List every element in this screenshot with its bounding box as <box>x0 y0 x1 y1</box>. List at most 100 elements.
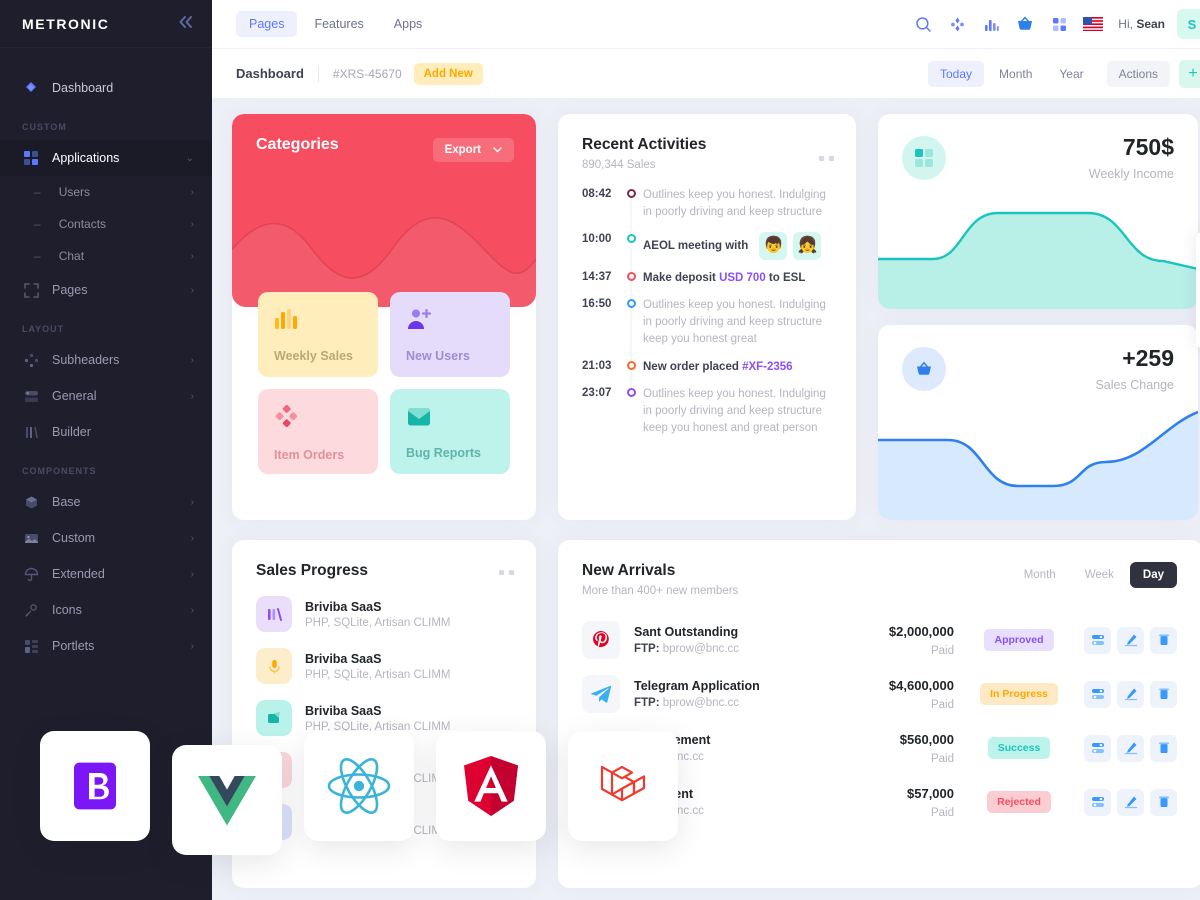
edit-icon[interactable] <box>1117 788 1144 816</box>
tile-label: Item Orders <box>274 448 345 462</box>
chevron-right-icon: › <box>190 186 194 198</box>
activity-text: Outlines keep you honest. Indulging in p… <box>643 387 826 435</box>
activity-item: 16:50 Outlines keep you honest. Indulgin… <box>582 297 834 361</box>
sparkle-icon <box>22 601 40 619</box>
chat-icon[interactable] <box>1196 318 1200 343</box>
angular-logo[interactable] <box>436 731 546 841</box>
activity-item: 14:37 Make deposit USD 700 to ESL <box>582 270 834 299</box>
dots-icon[interactable] <box>819 156 834 161</box>
timeline-marker <box>619 270 643 299</box>
delete-icon[interactable] <box>1150 788 1177 816</box>
bar-chart-icon[interactable] <box>976 9 1006 39</box>
tile-bug-reports[interactable]: Bug Reports <box>390 389 510 474</box>
avatar[interactable]: S <box>1177 9 1200 39</box>
settings-sliders-icon[interactable] <box>1084 788 1111 816</box>
framework-logo-strip <box>40 731 678 855</box>
dots-icon[interactable] <box>499 570 514 575</box>
tab-features[interactable]: Features <box>301 11 376 37</box>
bootstrap-logo[interactable] <box>40 731 150 841</box>
sidebar-item-users[interactable]: – Users › <box>0 176 212 208</box>
react-logo[interactable] <box>304 731 414 841</box>
edit-icon[interactable] <box>1117 734 1144 762</box>
item-name: Briviba SaaS <box>305 651 382 666</box>
edit-icon[interactable] <box>1117 680 1144 708</box>
delete-icon[interactable] <box>1150 626 1177 654</box>
dash-icon: – <box>34 249 41 263</box>
stat-label: Sales Change <box>1095 378 1174 392</box>
filter-month[interactable]: Month <box>987 61 1044 87</box>
add-new-button[interactable]: Add New <box>413 62 483 85</box>
shuffle-icon[interactable] <box>942 9 972 39</box>
actions-button[interactable]: Actions <box>1106 60 1170 87</box>
activity-time: 08:42 <box>582 188 612 200</box>
sidebar-item-custom[interactable]: Custom › <box>0 520 212 556</box>
sidebar-item-builder[interactable]: Builder <box>0 414 212 450</box>
chevrons-left-icon[interactable] <box>178 15 194 33</box>
tile-item-orders[interactable]: Item Orders <box>258 389 378 474</box>
tab-pages[interactable]: Pages <box>236 11 298 37</box>
chevron-right-icon: › <box>190 496 194 508</box>
tile-label: Bug Reports <box>406 446 481 460</box>
greeting-text: Hi, Sean <box>1112 17 1173 31</box>
basket-icon[interactable] <box>1010 9 1040 39</box>
frame-icon <box>22 281 40 299</box>
toggle-month[interactable]: Month <box>1011 562 1069 588</box>
timeline-marker <box>619 187 643 234</box>
page-code: #XRS-45670 <box>332 66 402 81</box>
tile-weekly-sales[interactable]: Weekly Sales <box>258 292 378 377</box>
vue-logo[interactable] <box>172 745 282 855</box>
sidebar-item-label: Pages <box>52 283 88 297</box>
tile-new-users[interactable]: New Users <box>390 292 510 377</box>
stat-header: 750$ Weekly Income <box>878 114 1198 181</box>
laravel-logo[interactable] <box>568 731 678 841</box>
toggle-day[interactable]: Day <box>1129 562 1177 588</box>
settings-sliders-icon[interactable] <box>1084 734 1111 762</box>
sidebar-item-dashboard[interactable]: Dashboard <box>0 70 212 106</box>
avatar: 👧 <box>793 231 822 260</box>
greeting-prefix: Hi, <box>1118 17 1133 31</box>
sidebar-item-extended[interactable]: Extended › <box>0 556 212 592</box>
delete-icon[interactable] <box>1150 680 1177 708</box>
toggle-week[interactable]: Week <box>1072 562 1127 588</box>
activity-avatars: 👦 👧 <box>759 231 822 260</box>
sidebar-item-pages[interactable]: Pages › <box>0 272 212 308</box>
edit-icon[interactable] <box>1117 626 1144 654</box>
list-item[interactable]: Briviba SaaS PHP, SQLite, Artisan CLIMM <box>256 648 514 684</box>
sidebar-item-chat[interactable]: – Chat › <box>0 240 212 272</box>
sales-change-chart <box>878 410 1198 520</box>
sidebar-item-icons[interactable]: Icons › <box>0 592 212 628</box>
tab-apps[interactable]: Apps <box>381 11 436 37</box>
portlet-icon <box>22 637 40 655</box>
sidebar-item-applications[interactable]: Applications ⌄ <box>0 140 212 176</box>
gear-icon[interactable] <box>1196 264 1200 289</box>
table-row: Telegram Application FTP: bprow@bnc.cc $… <box>582 667 1177 721</box>
settings-sliders-icon[interactable] <box>1084 626 1111 654</box>
sidebar-item-general[interactable]: General › <box>0 378 212 414</box>
settings-sliders-icon[interactable] <box>1084 680 1111 708</box>
flag-us-icon[interactable] <box>1078 9 1108 39</box>
timeline-marker <box>619 359 643 388</box>
new-arrivals-header: New Arrivals More than 400+ new members … <box>582 562 1177 597</box>
grid-squares-icon[interactable] <box>1044 9 1074 39</box>
sidebar-item-subheaders[interactable]: Subheaders › <box>0 342 212 378</box>
delete-icon[interactable] <box>1150 734 1177 762</box>
list-item[interactable]: Briviba SaaS PHP, SQLite, Artisan CLIMM <box>256 596 514 632</box>
umbrella-icon <box>22 565 40 583</box>
sidebar-item-portlets[interactable]: Portlets › <box>0 628 212 664</box>
row-amount-block: $560,000 Paid <box>834 732 954 765</box>
filter-year[interactable]: Year <box>1047 61 1095 87</box>
search-icon[interactable] <box>908 9 938 39</box>
sidebar-item-base[interactable]: Base › <box>0 484 212 520</box>
dash-icon: – <box>34 217 41 231</box>
timeline-marker <box>619 386 643 438</box>
filter-today[interactable]: Today <box>928 60 985 87</box>
stat-label: Weekly Income <box>1088 167 1174 181</box>
sidebar-item-contacts[interactable]: – Contacts › <box>0 208 212 240</box>
export-button[interactable]: Export <box>432 138 514 162</box>
chevron-right-icon: › <box>190 250 194 262</box>
page-title: Dashboard <box>236 66 304 81</box>
send-icon[interactable] <box>1196 291 1200 316</box>
recent-activities-card: Recent Activities 890,344 Sales 08:42 Ou… <box>558 114 856 520</box>
droplet-icon[interactable] <box>1196 237 1200 262</box>
plus-icon[interactable]: + <box>1179 59 1200 88</box>
